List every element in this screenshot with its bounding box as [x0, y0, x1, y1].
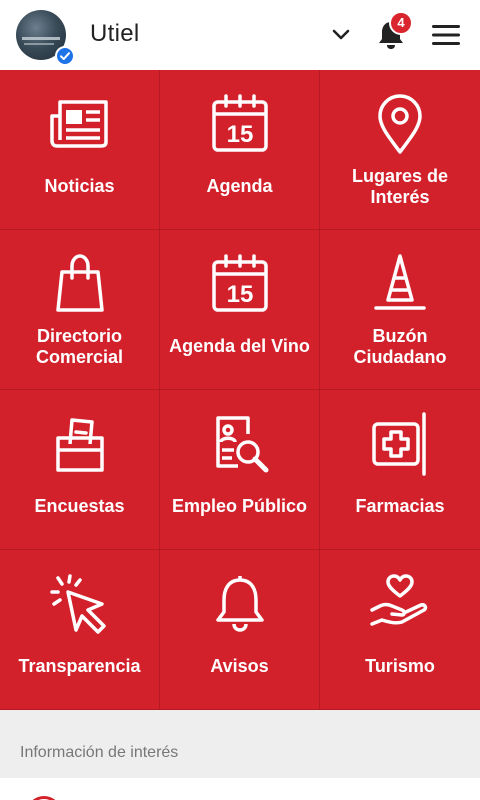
tile-buzon[interactable]: Buzón Ciudadano	[320, 230, 480, 390]
page-title[interactable]: Utiel	[90, 20, 140, 48]
tile-agenda[interactable]: 15 Agenda	[160, 70, 320, 230]
tile-label: Encuestas	[34, 496, 125, 516]
tile-avisos[interactable]: Avisos	[160, 550, 320, 710]
verified-check-icon	[55, 46, 75, 66]
tile-transparencia[interactable]: Transparencia	[0, 550, 160, 710]
tile-encuestas[interactable]: Encuestas	[0, 390, 160, 550]
tile-noticias[interactable]: Noticias	[0, 70, 160, 230]
tile-empleo[interactable]: Empleo Público	[160, 390, 320, 550]
info-list[interactable]	[0, 778, 480, 800]
tile-directorio[interactable]: Directorio Comercial	[0, 230, 160, 390]
traffic-cone-icon	[374, 254, 426, 310]
chevron-down-icon[interactable]	[330, 25, 352, 45]
info-item-icon	[26, 796, 62, 800]
newspaper-icon	[49, 100, 108, 148]
click-cursor-icon	[49, 574, 106, 634]
tile-label: Directorio Comercial	[35, 326, 124, 367]
tile-lugares[interactable]: Lugares de Interés	[320, 70, 480, 230]
calendar-day: 15	[226, 281, 253, 308]
tile-agenda-vino[interactable]: 15 Agenda del Vino	[160, 230, 320, 390]
tile-label: Agenda	[206, 176, 273, 196]
tile-label: Agenda del Vino	[169, 336, 310, 356]
tile-label: Lugares de Interés	[351, 166, 449, 207]
calendar-day: 15	[226, 121, 253, 148]
sections-grid: Noticias 15 Agenda Lugares de Interés Di…	[0, 70, 480, 710]
notification-badge[interactable]: 4	[389, 11, 413, 35]
shopping-bag-icon	[55, 254, 104, 312]
info-section: Información de interés	[0, 710, 480, 778]
map-pin-icon	[378, 94, 422, 154]
section-title: Información de interés	[20, 744, 179, 761]
avatar-image-detail	[24, 43, 54, 45]
pharmacy-sign-icon	[372, 412, 426, 476]
calendar-icon: 15	[211, 254, 268, 312]
tile-farmacias[interactable]: Farmacias	[320, 390, 480, 550]
job-search-icon	[215, 416, 268, 473]
tile-turismo[interactable]: Turismo	[320, 550, 480, 710]
tile-label: Buzón Ciudadano	[353, 326, 447, 367]
hand-heart-icon	[370, 574, 428, 626]
ballot-box-icon	[55, 418, 104, 472]
tile-label: Empleo Público	[171, 496, 308, 516]
app-header: Utiel 4	[0, 0, 480, 70]
tile-label: Turismo	[365, 656, 435, 676]
calendar-icon: 15	[211, 94, 268, 152]
tile-label: Avisos	[210, 656, 269, 676]
hamburger-menu-icon[interactable]	[430, 22, 462, 48]
tile-label: Farmacias	[355, 496, 445, 516]
bell-icon	[215, 576, 264, 632]
tile-label: Transparencia	[18, 656, 141, 676]
avatar-image-detail	[22, 37, 60, 40]
tile-label: Noticias	[44, 176, 115, 196]
